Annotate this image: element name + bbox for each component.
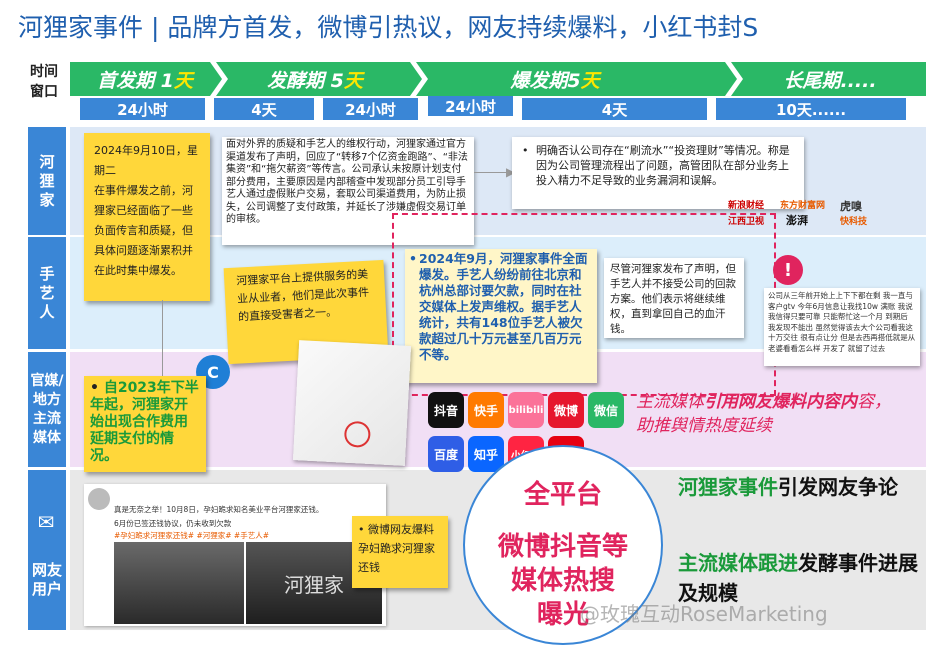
page-title: 河狸家事件 | 品牌方首发，微博引热议，网友持续爆料，小红书封S [18,13,759,42]
time-window-label: 时间 窗口 [30,64,58,100]
delay-text: 自2023年下半年起，河狸家开始出现合作费用延期支付的情况。 [90,380,199,464]
bullet-icon: • [358,523,368,536]
phase-2: 发酵期 5天 [267,69,363,92]
post-image-1 [114,542,244,624]
right-text-a-black: 引发网友争论 [778,475,898,499]
right-text-a-green: 河狸家事件 [678,475,778,499]
wechat-icon: 微信 [588,392,624,428]
despite-note: 尽管河狸家发布了声明，但手艺人并不接受公司的回款方案。他们表示将继续维权，直到拿… [604,258,744,338]
outbreak-text: 2024年9月，河狸家事件全面爆发。手艺人纷纷前往北京和杭州总部讨要欠款，同时在… [419,251,588,362]
watermark: @玫瑰互动RoseMarketing [580,602,828,626]
phase-4: 长尾期..... [783,69,877,92]
social-post: 真是无奈之举！10月8日，孕妇跪求知名美业平台河狸家还钱。 6月份已签还钱协议，… [84,484,386,626]
media-text-part-2: 引用网友爆料内容内 [704,392,857,412]
kuaishou-icon: 快手 [468,392,504,428]
vertical-connector [162,300,163,376]
phase-1: 首发期 1天 [97,69,193,92]
document-image [292,340,412,466]
duration-4: 24小时 [428,96,513,116]
duration-5: 4天 [522,98,707,120]
weibo-note: • 微博网友爆料孕妇跪求河狸家还钱 [352,516,448,588]
right-text-a: 河狸家事件引发网友争论 [678,472,918,502]
bullet-icon: • [90,380,104,396]
lane-label-artisan: 手 艺 人 [28,237,66,349]
outbreak-note: • 2024年9月，河狸家事件全面爆发。手艺人纷纷前往北京和杭州总部讨要欠款，同… [405,249,597,383]
duration-2: 4天 [214,98,314,120]
date-note: 2024年9月10日，星期二 在事件爆发之前，河狸家已经面临了一些负面传言和质疑… [84,133,210,301]
post-line2: 6月份已签还钱协议，仍未收到欠款 [114,519,232,528]
delay-note: • 自2023年下半年起，河狸家开始出现合作费用延期支付的情况。 [84,376,206,472]
sina-logo: 新浪财经 [728,201,765,211]
lane-label-media: 官媒/ 地方 主流 媒体 [28,352,66,467]
seal-icon [343,420,372,448]
duration-6: 10天...... [716,98,906,120]
thepaper-logo: 澎湃 [786,214,808,227]
bullet-icon: • [522,144,529,157]
bullet-icon: • [409,251,417,266]
media-text-part-1: 主流媒体 [636,392,704,412]
zhihu-icon: 知乎 [468,436,504,472]
duration-3: 24小时 [323,98,418,120]
right-text-b-green: 主流媒体跟进 [678,551,798,575]
douyin-icon: 抖音 [428,392,464,428]
eastmoney-logo: 东方财富网 [780,201,826,211]
weibo-icon: 微博 [548,392,584,428]
baidu-icon: 百度 [428,436,464,472]
avatar [88,488,110,510]
warning-icon: ! [773,255,803,285]
arrow-connector [474,172,510,173]
circle-title: 全平台 [523,480,602,510]
fraud-denial-text: 明确否认公司存在“刷流水”“投资理财”等情况。称是因为公司管理流程出了问题，高管… [536,144,790,187]
media-text: 主流媒体引用网友爆料内容内容，助推舆情热度延续 [636,390,906,438]
complaint-screenshot: 公司从三年前开始上上下下都在剩 我一直与客户gtv 今年6月信息让我找10w 满… [764,288,920,366]
huxiu-logo: 虎嗅 [840,200,862,213]
phase-3: 爆发期5 天 [510,69,600,92]
chat-icon: ✉ [37,510,55,534]
duration-1: 24小时 [80,98,205,120]
bilibili-icon: bilibili [508,392,544,428]
lane-label-hulijia: 河 狸 家 [28,127,66,235]
weibo-note-text: 微博网友爆料孕妇跪求河狸家还钱 [358,523,435,574]
post-line1: 真是无奈之举！10月8日，孕妇跪求知名美业平台河狸家还钱。 [114,505,324,514]
lane-label-users: 网友 用户 [28,470,66,630]
kkj-logo: 快科技 [840,217,868,227]
post-tags: #孕妇跪求河狸家还钱# #河狸家# #手艺人# [114,531,269,540]
